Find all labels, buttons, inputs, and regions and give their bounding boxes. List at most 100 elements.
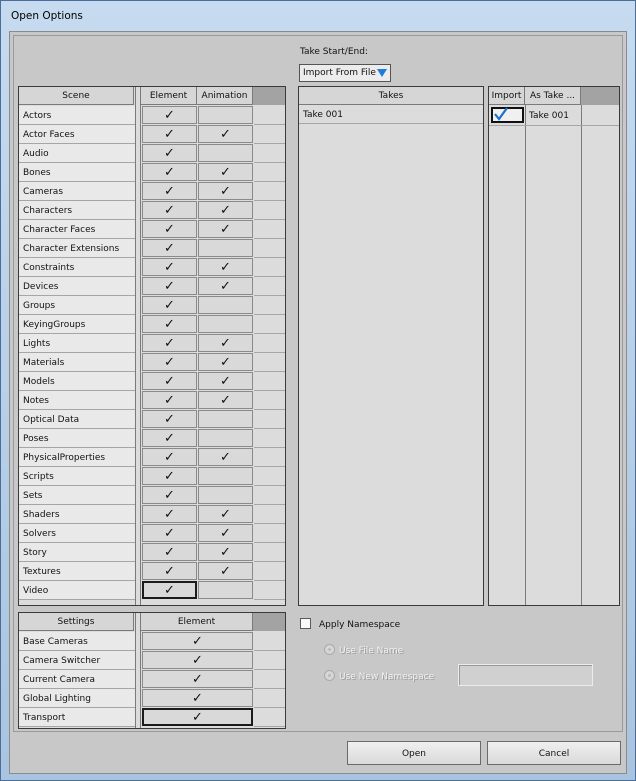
animation-checkbox[interactable]: ✓ — [198, 201, 253, 219]
animation-checkbox[interactable]: ✓ — [198, 334, 253, 352]
animation-checkbox[interactable] — [198, 467, 253, 485]
scene-row-label: Poses — [19, 429, 135, 448]
cancel-button[interactable]: Cancel — [487, 741, 621, 765]
element-column-header: Element — [141, 87, 197, 105]
element-checkbox[interactable]: ✓ — [142, 448, 197, 466]
animation-checkbox[interactable]: ✓ — [198, 505, 253, 523]
element-checkbox[interactable]: ✓ — [142, 182, 197, 200]
animation-checkbox[interactable]: ✓ — [198, 125, 253, 143]
scene-row-label: Bones — [19, 163, 135, 182]
animation-checkbox[interactable] — [198, 296, 253, 314]
blank-cell — [254, 524, 285, 543]
animation-checkbox[interactable] — [198, 106, 253, 124]
settings-row-label: Base Cameras — [19, 632, 135, 651]
settings-element-checkbox[interactable]: ✓ — [142, 708, 253, 726]
column-divider — [135, 87, 136, 605]
takes-column-header: Takes — [299, 87, 483, 105]
scene-row-label: Lights — [19, 334, 135, 353]
take-start-end-dropdown[interactable]: Import From File — [299, 64, 391, 82]
element-checkbox[interactable]: ✓ — [142, 258, 197, 276]
import-table: Import As Take ... Take 001 — [488, 86, 620, 606]
element-checkbox[interactable]: ✓ — [142, 486, 197, 504]
animation-checkbox[interactable]: ✓ — [198, 258, 253, 276]
chevron-down-icon — [377, 69, 387, 77]
element-checkbox[interactable]: ✓ — [142, 562, 197, 580]
element-checkbox[interactable]: ✓ — [142, 296, 197, 314]
element-checkbox[interactable]: ✓ — [142, 543, 197, 561]
import-take-checkbox[interactable] — [491, 107, 524, 123]
settings-element-checkbox[interactable]: ✓ — [142, 632, 253, 650]
blank-cell — [254, 163, 285, 182]
blank-cell — [254, 239, 285, 258]
element-checkbox[interactable]: ✓ — [142, 353, 197, 371]
animation-checkbox[interactable] — [198, 144, 253, 162]
blank-cell — [254, 562, 285, 581]
animation-checkbox[interactable]: ✓ — [198, 562, 253, 580]
settings-row-label: Current Camera — [19, 670, 135, 689]
animation-checkbox[interactable] — [198, 429, 253, 447]
blank-cell — [254, 277, 285, 296]
scene-row-label: Story — [19, 543, 135, 562]
element-checkbox[interactable]: ✓ — [142, 106, 197, 124]
open-button[interactable]: Open — [347, 741, 481, 765]
column-divider — [140, 613, 141, 728]
element-checkbox[interactable]: ✓ — [142, 524, 197, 542]
element-checkbox[interactable]: ✓ — [142, 163, 197, 181]
animation-checkbox[interactable]: ✓ — [198, 524, 253, 542]
animation-checkbox[interactable] — [198, 581, 253, 599]
animation-checkbox[interactable]: ✓ — [198, 163, 253, 181]
animation-checkbox[interactable]: ✓ — [198, 372, 253, 390]
column-divider — [140, 87, 141, 605]
apply-namespace-checkbox[interactable] — [300, 618, 311, 629]
element-checkbox[interactable]: ✓ — [142, 391, 197, 409]
element-checkbox[interactable]: ✓ — [142, 467, 197, 485]
settings-element-checkbox[interactable]: ✓ — [142, 689, 253, 707]
animation-checkbox[interactable]: ✓ — [198, 353, 253, 371]
takes-table: Takes Take 001 — [298, 86, 484, 606]
element-checkbox[interactable]: ✓ — [142, 201, 197, 219]
animation-checkbox[interactable] — [198, 486, 253, 504]
use-new-namespace-radio[interactable] — [324, 670, 335, 681]
scene-row-label: Audio — [19, 144, 135, 163]
options-panel: Take Start/End: Import From File Scene E… — [13, 35, 623, 732]
element-checkbox[interactable]: ✓ — [142, 429, 197, 447]
scene-row-label: Solvers — [19, 524, 135, 543]
scene-row-label: Characters — [19, 201, 135, 220]
element-checkbox[interactable]: ✓ — [142, 239, 197, 257]
blank-cell — [254, 651, 285, 670]
element-checkbox[interactable]: ✓ — [142, 220, 197, 238]
take-start-end-label: Take Start/End: — [300, 47, 368, 57]
header-filler — [253, 613, 285, 631]
element-checkbox[interactable]: ✓ — [142, 277, 197, 295]
element-checkbox[interactable]: ✓ — [142, 334, 197, 352]
element-checkbox[interactable]: ✓ — [142, 315, 197, 333]
blank-cell — [254, 182, 285, 201]
element-checkbox[interactable]: ✓ — [142, 144, 197, 162]
use-file-name-radio[interactable] — [324, 644, 335, 655]
as-take-value[interactable]: Take 001 — [529, 111, 569, 121]
element-checkbox[interactable]: ✓ — [142, 581, 197, 599]
animation-checkbox[interactable]: ✓ — [198, 391, 253, 409]
element-checkbox[interactable]: ✓ — [142, 372, 197, 390]
take-start-end-value: Import From File — [303, 68, 376, 78]
animation-checkbox[interactable]: ✓ — [198, 448, 253, 466]
animation-checkbox[interactable]: ✓ — [198, 220, 253, 238]
animation-checkbox[interactable]: ✓ — [198, 543, 253, 561]
settings-row-label: Transport — [19, 708, 135, 727]
blank-cell — [254, 144, 285, 163]
blank-cell — [254, 448, 285, 467]
element-checkbox[interactable]: ✓ — [142, 505, 197, 523]
animation-checkbox[interactable]: ✓ — [198, 277, 253, 295]
animation-checkbox[interactable] — [198, 239, 253, 257]
animation-checkbox[interactable] — [198, 410, 253, 428]
blank-cell — [254, 429, 285, 448]
animation-checkbox[interactable] — [198, 315, 253, 333]
column-divider — [581, 105, 582, 605]
element-checkbox[interactable]: ✓ — [142, 410, 197, 428]
animation-checkbox[interactable]: ✓ — [198, 182, 253, 200]
new-namespace-input[interactable] — [458, 664, 593, 686]
element-checkbox[interactable]: ✓ — [142, 125, 197, 143]
settings-element-checkbox[interactable]: ✓ — [142, 651, 253, 669]
take-row[interactable]: Take 001 — [299, 105, 483, 124]
settings-element-checkbox[interactable]: ✓ — [142, 670, 253, 688]
